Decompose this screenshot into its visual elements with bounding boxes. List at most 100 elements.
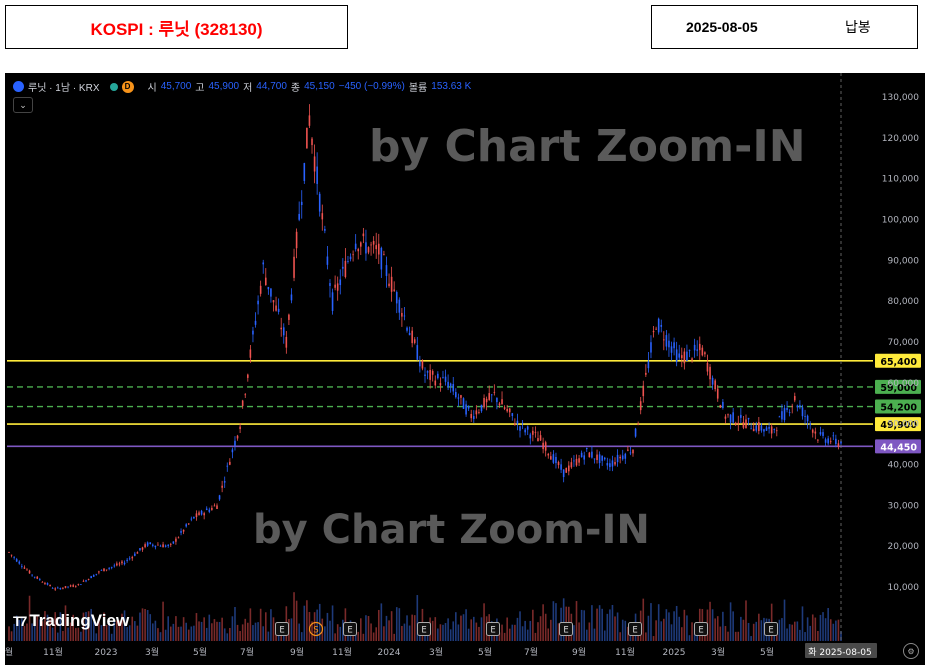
- price-chart[interactable]: by Chart Zoom-INby Chart Zoom-IN65,40059…: [5, 73, 925, 665]
- volume-bar: [801, 606, 804, 641]
- y-tick-label: 120,000: [882, 134, 919, 144]
- candle-body: [211, 507, 213, 510]
- candle-body: [557, 462, 560, 466]
- volume-bar: [182, 617, 185, 641]
- volume-bar: [621, 619, 624, 641]
- chart-frame[interactable]: by Chart Zoom-IN by Chart Zoom-IN 65,400 59…: [5, 73, 925, 665]
- volume-bar: [791, 624, 794, 641]
- volume-bar: [824, 618, 827, 641]
- candle-body: [693, 344, 696, 351]
- volume-bar: [465, 609, 467, 641]
- y-tick-label: 110,000: [882, 175, 919, 185]
- candle-body: [781, 411, 783, 420]
- volume-bar: [642, 598, 645, 641]
- volume-bar: [141, 608, 144, 641]
- volume-bar: [390, 611, 393, 641]
- candle-body: [164, 545, 167, 547]
- tradingview-logo[interactable]: T7 TradingView: [13, 611, 129, 631]
- volume-bar: [403, 623, 406, 641]
- candle-body: [200, 510, 203, 515]
- volume-bar: [401, 625, 403, 641]
- candle-body: [472, 416, 475, 420]
- candle-body: [763, 429, 765, 432]
- volume-bar: [139, 612, 141, 641]
- volume-bar: [187, 629, 190, 641]
- legend-symbol[interactable]: 루닛 · 1남 · KRX: [28, 79, 100, 94]
- candle-body: [742, 422, 745, 428]
- x-tick-label: 월: [5, 646, 13, 658]
- candle-body: [824, 439, 827, 443]
- volume-bar: [10, 631, 13, 641]
- candle-body: [121, 561, 123, 564]
- candle-body: [827, 438, 829, 444]
- volume-bar: [511, 624, 514, 641]
- candle-body: [331, 292, 334, 311]
- volume-bar: [408, 625, 411, 641]
- candle-body: [247, 374, 249, 378]
- volume-bar: [811, 614, 814, 641]
- title-box: KOSPI : 루닛 (328130): [5, 5, 348, 49]
- candle-body: [524, 429, 526, 433]
- volume-bar: [236, 624, 239, 641]
- volume-bar: [547, 628, 550, 641]
- x-tick-label: 5월: [478, 646, 492, 658]
- volume-bar: [172, 623, 175, 641]
- volume-bar: [216, 621, 218, 641]
- candle-body: [706, 362, 709, 372]
- event-marker-label: E: [768, 626, 773, 636]
- x-tick-label: 2024: [378, 648, 401, 658]
- candle-body: [285, 336, 288, 348]
- candle-body: [413, 339, 416, 343]
- volume-bar: [203, 617, 205, 641]
- volume-bar: [249, 608, 252, 641]
- candle-body: [760, 425, 763, 431]
- y-tick-label: 60,000: [888, 379, 920, 389]
- candle-body: [765, 427, 768, 431]
- volume-bar: [598, 605, 601, 641]
- candle-body: [606, 463, 609, 466]
- candle-body: [714, 380, 716, 390]
- volume-bar: [519, 611, 521, 641]
- candle-body: [344, 260, 347, 278]
- volume-bar: [154, 620, 157, 641]
- volume-bar: [575, 601, 578, 641]
- volume-bar: [583, 610, 586, 641]
- candle-body: [180, 531, 182, 533]
- level-label: 54,200: [880, 403, 917, 414]
- volume-bar: [655, 620, 657, 641]
- candle-body: [752, 428, 755, 432]
- candle-body: [306, 127, 308, 149]
- volume-bar: [213, 619, 216, 641]
- chevron-down-icon[interactable]: ⌄: [13, 97, 33, 113]
- gear-icon[interactable]: ⚙: [903, 643, 919, 659]
- candle-body: [747, 417, 750, 420]
- candle-body: [92, 575, 95, 577]
- volume-bar: [657, 604, 660, 641]
- candle-body: [791, 405, 794, 407]
- volume-bar: [198, 621, 200, 641]
- candle-body: [74, 586, 77, 588]
- candle-body: [318, 193, 321, 212]
- candle-body: [709, 366, 711, 380]
- candle-body: [480, 404, 483, 412]
- candle-body: [591, 451, 593, 458]
- volume-bar: [724, 626, 727, 641]
- candle-body: [580, 452, 583, 458]
- candle-body: [131, 556, 134, 559]
- volume-bar: [650, 603, 652, 641]
- candle-body: [539, 435, 542, 441]
- volume-bar: [683, 609, 686, 641]
- candle-body: [360, 242, 362, 247]
- candle-body: [21, 565, 23, 567]
- volume-bar: [110, 633, 113, 641]
- candle-body: [377, 243, 380, 255]
- candle-body: [290, 294, 293, 301]
- event-marker-label: E: [490, 626, 495, 636]
- y-tick-label: 40,000: [888, 461, 920, 471]
- candle-body: [223, 481, 226, 483]
- market-status-icon: [109, 82, 118, 91]
- candle-body: [426, 371, 429, 373]
- candle-body: [437, 373, 439, 379]
- volume-bar: [136, 625, 139, 641]
- volume-bar: [745, 600, 747, 641]
